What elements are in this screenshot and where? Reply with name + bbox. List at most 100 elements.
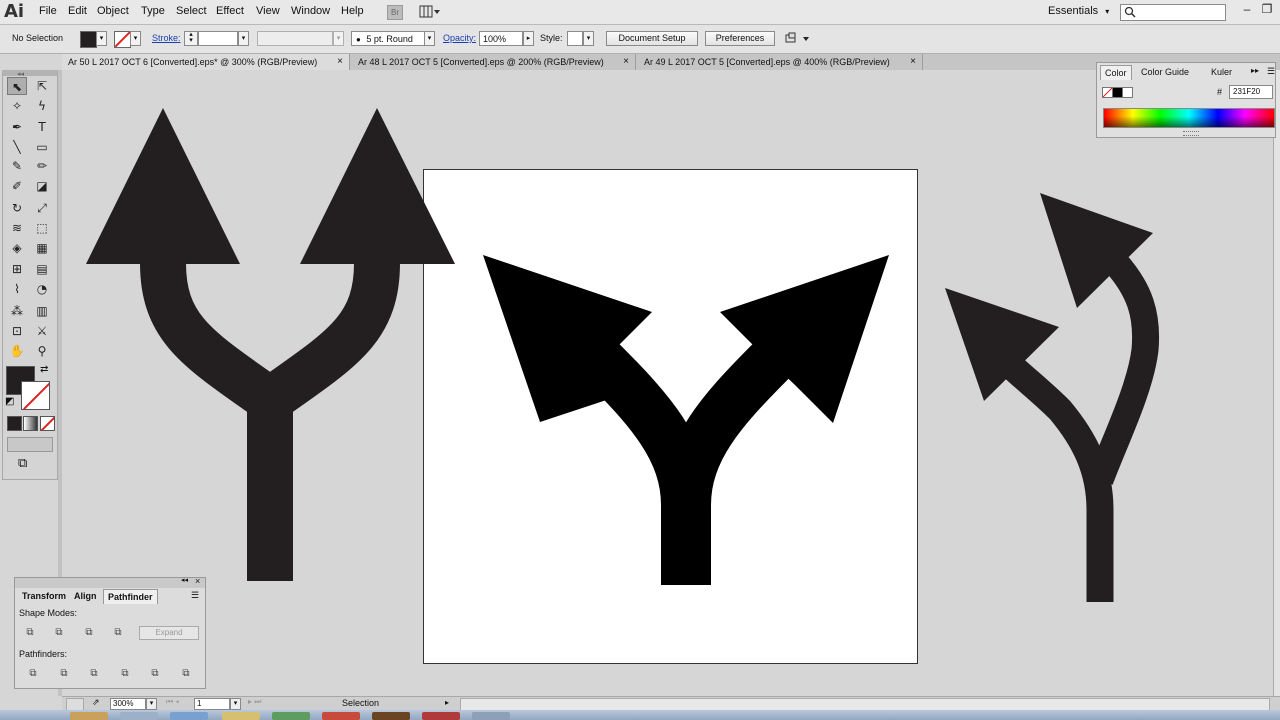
hex-color-field[interactable]: 231F20 [1229,85,1273,99]
restore-button[interactable]: ❐ [1258,2,1276,18]
lasso-tool[interactable]: ϟ [32,97,52,115]
opacity-arrow[interactable]: ▸ [523,31,534,46]
merge-icon[interactable]: ⧉ [87,668,101,680]
menu-object[interactable]: Object [97,5,129,17]
opacity-field[interactable]: 100% [479,31,523,46]
status-menu-arrow[interactable]: ▸ [445,698,449,707]
panel-collapse-icon[interactable]: ◂◂ [181,576,188,584]
taskbar-item[interactable] [322,712,360,720]
taskbar-item[interactable] [70,712,108,720]
close-icon[interactable]: × [623,54,629,70]
stroke-weight-dropdown[interactable]: ▾ [238,31,249,46]
taskbar-item[interactable] [472,712,510,720]
document-setup-button[interactable]: Document Setup [606,31,698,46]
graphic-style-swatch[interactable] [567,31,583,46]
slice-tool[interactable]: ⚔ [32,322,52,340]
stroke-label[interactable]: Stroke: [152,33,181,43]
brush-definition-field[interactable]: ● 5 pt. Round [351,31,425,46]
menu-edit[interactable]: Edit [68,5,87,17]
shape-builder-tool[interactable]: ◈ [7,239,27,257]
pen-tool[interactable]: ✒ [7,118,27,136]
artboard[interactable] [423,169,918,664]
minimize-button[interactable]: – [1238,2,1256,18]
crop-icon[interactable]: ⧉ [118,668,132,680]
taskbar-item[interactable] [120,712,158,720]
artboard-dropdown[interactable]: ▾ [230,698,241,710]
menu-file[interactable]: File [39,5,57,17]
direct-selection-tool[interactable]: ⇱ [32,77,52,95]
workspace-switcher[interactable]: Essentials ▾ [1048,5,1109,17]
exclude-icon[interactable]: ⧉ [111,627,125,639]
warp-tool[interactable]: ≋ [7,219,27,237]
fork-arrow-left-artwork[interactable] [86,108,455,581]
eraser-tool[interactable]: ◪ [32,177,52,195]
panel-collapse-icon[interactable]: ▸▸ [1251,66,1259,75]
tab-align[interactable]: Align [70,589,101,603]
stroke-dropdown[interactable]: ▾ [130,31,141,46]
line-segment-tool[interactable]: ╲ [7,138,27,156]
minus-back-icon[interactable]: ⧉ [179,668,193,680]
swap-fill-stroke-icon[interactable]: ⇄ [40,364,48,375]
opacity-label[interactable]: Opacity: [443,33,476,43]
menu-window[interactable]: Window [291,5,330,17]
taskbar-item[interactable] [422,712,460,720]
menu-help[interactable]: Help [341,5,364,17]
tab-pathfinder[interactable]: Pathfinder [103,589,158,604]
menu-view[interactable]: View [256,5,280,17]
close-icon[interactable]: × [195,576,200,586]
profile-dropdown[interactable]: ▾ [333,31,344,46]
gradient-tool[interactable]: ▤ [32,260,52,278]
variable-width-profile[interactable] [257,31,333,46]
next-artboard-icon[interactable]: ▸ ⏭ [248,697,261,707]
curved-arrows-right-artwork[interactable] [945,193,1160,602]
stroke-swatch[interactable] [21,381,50,410]
menu-select[interactable]: Select [176,5,207,17]
magic-wand-tool[interactable]: ✧ [7,97,27,115]
trim-icon[interactable]: ⧉ [57,668,71,680]
gradient-mode-button[interactable] [23,416,38,431]
pencil-tool[interactable]: ✏ [32,157,52,175]
mesh-tool[interactable]: ⊞ [7,260,27,278]
vertical-scrollbar[interactable] [1273,70,1280,696]
unite-icon[interactable]: ⧉ [23,627,37,639]
outline-icon[interactable]: ⧉ [148,668,162,680]
artboard-number-field[interactable]: 1 [194,698,230,710]
rotate-tool[interactable]: ↻ [7,199,27,217]
taskbar-item[interactable] [222,712,260,720]
panel-menu-icon[interactable]: ☰ [191,590,199,601]
stroke-weight-field[interactable] [198,31,238,46]
taskbar-item[interactable] [272,712,310,720]
close-icon[interactable]: × [910,54,916,70]
brush-dropdown[interactable]: ▾ [424,31,435,46]
artboard-tool[interactable]: ⊡ [7,322,27,340]
blend-tool[interactable]: ◔ [32,280,52,298]
column-graph-tool[interactable]: ▥ [32,302,52,320]
preferences-button[interactable]: Preferences [705,31,775,46]
style-dropdown[interactable]: ▾ [583,31,594,46]
perspective-grid-tool[interactable]: ▦ [32,239,52,257]
hand-tool[interactable]: ✋ [7,342,27,360]
stroke-weight-stepper[interactable]: ▴ ▾ [184,31,198,46]
rectangle-tool[interactable]: ▭ [32,138,52,156]
tab-color[interactable]: Color [1100,65,1132,80]
color-mode-button[interactable] [7,416,22,431]
paintbrush-tool[interactable]: ✎ [7,157,27,175]
color-spectrum[interactable] [1103,108,1275,128]
tab-document-ar50[interactable]: Ar 50 L 2017 OCT 6 [Converted].eps* @ 30… [62,54,350,70]
taskbar-item[interactable] [372,712,410,720]
white-swatch[interactable] [1122,87,1133,98]
selection-tool[interactable]: ⬉ [7,77,27,95]
tab-color-guide[interactable]: Color Guide [1137,65,1193,79]
fill-color-swatch[interactable] [80,31,97,48]
default-colors-icon[interactable]: ◩ [5,396,14,407]
free-transform-tool[interactable]: ⬚ [32,219,52,237]
panel-header[interactable]: ◂◂ × [15,576,205,588]
eyedropper-tool[interactable]: ⌇ [7,280,27,298]
tab-kuler[interactable]: Kuler [1207,65,1236,79]
divide-icon[interactable]: ⧉ [26,668,40,680]
tab-document-ar48[interactable]: Ar 48 L 2017 OCT 5 [Converted].eps @ 200… [352,54,636,70]
screen-mode-icon[interactable]: ⧉ [18,455,27,471]
help-search-input[interactable] [1120,4,1226,21]
drawing-modes[interactable] [7,437,53,452]
taskbar-item[interactable] [170,712,208,720]
